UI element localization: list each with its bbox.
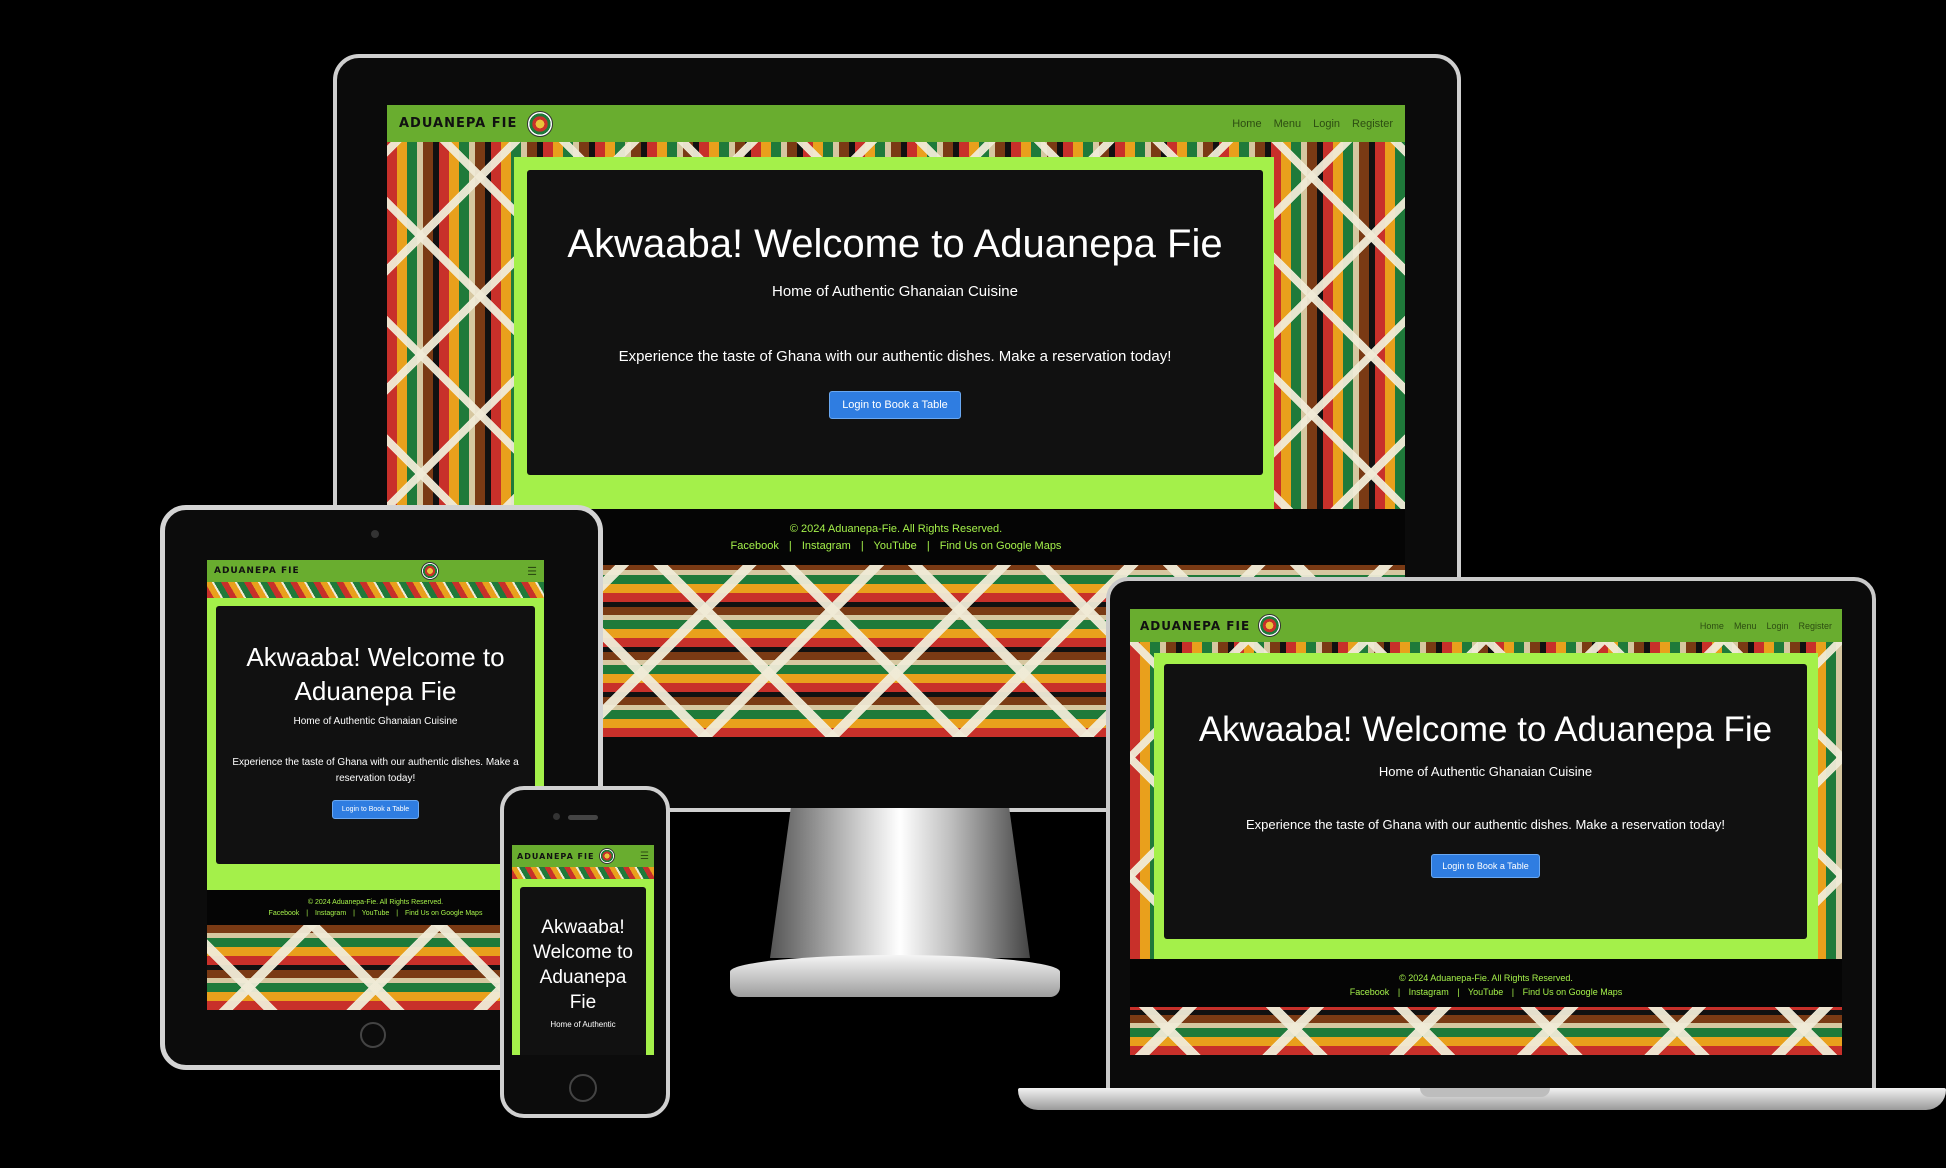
brand-name[interactable]: ADUANEPA FIE bbox=[399, 116, 517, 131]
phone-speaker-icon bbox=[568, 815, 598, 820]
footer-background-pattern bbox=[1130, 1007, 1842, 1055]
footer-instagram-link[interactable]: Instagram bbox=[1409, 987, 1449, 997]
hamburger-menu-icon[interactable]: ☰ bbox=[640, 851, 649, 862]
nav-login-link[interactable]: Login bbox=[1313, 118, 1340, 130]
nav-home-link[interactable]: Home bbox=[1232, 118, 1261, 130]
tablet-pattern-strip bbox=[207, 582, 544, 598]
hero-card: Akwaaba! Welcome to Aduanepa Fie Home of… bbox=[1164, 664, 1807, 939]
nav-links: Home Menu Login Register bbox=[1700, 621, 1832, 631]
footer-youtube-link[interactable]: YouTube bbox=[874, 540, 917, 552]
tablet-footer: © 2024 Aduanepa-Fie. All Rights Reserved… bbox=[207, 890, 544, 925]
brand-name[interactable]: ADUANEPA FIE bbox=[1140, 619, 1250, 633]
hero-title: Akwaaba! Welcome to Aduanepa Fie bbox=[567, 222, 1223, 266]
hero-title: Akwaaba! Welcome to Aduanepa Fie bbox=[533, 917, 633, 1013]
tablet-camera-icon bbox=[371, 530, 379, 538]
footer-maps-link[interactable]: Find Us on Google Maps bbox=[1523, 987, 1623, 997]
phone-screen: ADUANEPA FIE ☰ Akwaaba! Welcome to Aduan… bbox=[512, 845, 654, 1055]
hero-title: Akwaaba! Welcome to Aduanepa Fie bbox=[246, 642, 505, 706]
brand-logo-icon bbox=[421, 562, 440, 580]
laptop-navbar: ADUANEPA FIE Home Menu Login Register bbox=[1130, 609, 1842, 642]
copyright-text: © 2024 Aduanepa-Fie. All Rights Reserved… bbox=[307, 899, 444, 906]
tablet-navbar: ADUANEPA FIE ☰ bbox=[207, 560, 544, 582]
nav-menu-link[interactable]: Menu bbox=[1274, 118, 1302, 130]
footer-links: Facebook | Instagram | YouTube | Find Us… bbox=[268, 910, 483, 917]
footer-links: Facebook | Instagram | YouTube | Find Us… bbox=[1349, 987, 1623, 997]
brand-logo-icon bbox=[1258, 614, 1282, 637]
nav-register-link[interactable]: Register bbox=[1798, 621, 1832, 631]
nav-login-link[interactable]: Login bbox=[1766, 621, 1788, 631]
phone-home-button-icon bbox=[569, 1074, 597, 1102]
footer-background-pattern bbox=[207, 925, 544, 1010]
hero-card: Akwaaba! Welcome to Aduanepa Fie Home of… bbox=[216, 606, 535, 864]
brand-name[interactable]: ADUANEPA FIE bbox=[517, 852, 594, 861]
tablet-screen: ADUANEPA FIE ☰ Akwaaba! Welcome to Aduan… bbox=[207, 560, 544, 1010]
hero-subtitle: Home of Authentic Ghanaian Cuisine bbox=[772, 283, 1018, 300]
footer-youtube-link[interactable]: YouTube bbox=[1468, 987, 1503, 997]
nav-home-link[interactable]: Home bbox=[1700, 621, 1724, 631]
hero-card: Akwaaba! Welcome to Aduanepa Fie Home of… bbox=[520, 887, 646, 1055]
nav-menu-link[interactable]: Menu bbox=[1734, 621, 1757, 631]
monitor-stand-neck bbox=[770, 808, 1030, 958]
nav-links: Home Menu Login Register bbox=[1232, 118, 1393, 130]
brand-logo-icon bbox=[527, 110, 554, 137]
tablet-home-button-icon bbox=[360, 1022, 386, 1048]
footer-facebook-link[interactable]: Facebook bbox=[269, 910, 300, 917]
footer-maps-link[interactable]: Find Us on Google Maps bbox=[405, 910, 482, 917]
laptop-notch bbox=[1420, 1088, 1550, 1097]
brand-logo-icon bbox=[599, 848, 616, 864]
footer-instagram-link[interactable]: Instagram bbox=[802, 540, 851, 552]
hero-subtitle: Home of Authentic Ghanaian Cuisine bbox=[293, 716, 458, 727]
brand-name[interactable]: ADUANEPA FIE bbox=[214, 566, 300, 576]
phone-navbar: ADUANEPA FIE ☰ bbox=[512, 845, 654, 867]
phone-pattern-strip bbox=[512, 867, 654, 879]
hero-card: Akwaaba! Welcome to Aduanepa Fie Home of… bbox=[527, 170, 1263, 475]
laptop-screen: ADUANEPA FIE Home Menu Login Register Ak… bbox=[1130, 609, 1842, 1055]
copyright-text: © 2024 Aduanepa-Fie. All Rights Reserved… bbox=[1399, 973, 1573, 983]
hamburger-menu-icon[interactable]: ☰ bbox=[527, 565, 537, 578]
footer-instagram-link[interactable]: Instagram bbox=[315, 910, 346, 917]
nav-register-link[interactable]: Register bbox=[1352, 118, 1393, 130]
footer-youtube-link[interactable]: YouTube bbox=[362, 910, 390, 917]
footer-facebook-link[interactable]: Facebook bbox=[1350, 987, 1390, 997]
hero-text: Experience the taste of Ghana with our a… bbox=[232, 757, 519, 784]
hero-subtitle: Home of Authentic Ghanaian Cuisine bbox=[1378, 764, 1593, 779]
monitor-stand-base bbox=[730, 955, 1060, 997]
phone-camera-icon bbox=[553, 813, 560, 820]
book-table-button[interactable]: Login to Book a Table bbox=[331, 800, 420, 819]
book-table-button[interactable]: Login to Book a Table bbox=[829, 391, 961, 419]
footer-maps-link[interactable]: Find Us on Google Maps bbox=[940, 540, 1062, 552]
hero-text: Experience the taste of Ghana with our a… bbox=[618, 348, 1172, 365]
desktop-navbar: ADUANEPA FIE Home Menu Login Register bbox=[387, 105, 1405, 142]
laptop-footer: © 2024 Aduanepa-Fie. All Rights Reserved… bbox=[1130, 959, 1842, 1007]
book-table-button[interactable]: Login to Book a Table bbox=[1431, 854, 1540, 878]
footer-facebook-link[interactable]: Facebook bbox=[731, 540, 779, 552]
hero-title: Akwaaba! Welcome to Aduanepa Fie bbox=[1198, 710, 1773, 749]
hero-text: Experience the taste of Ghana with our a… bbox=[1245, 817, 1726, 832]
hero-subtitle: Home of Authentic bbox=[550, 1020, 616, 1029]
